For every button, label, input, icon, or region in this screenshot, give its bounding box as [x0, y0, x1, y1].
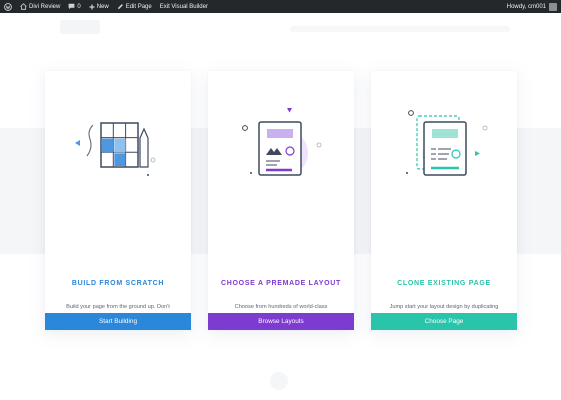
new-label: New — [96, 3, 109, 10]
home-icon — [20, 3, 27, 10]
choose-premade-layout-card: CHOOSE A PREMADE LAYOUT Choose from hund… — [208, 71, 354, 330]
clone-document-icon — [406, 110, 488, 176]
faded-add-button — [270, 372, 288, 390]
card-title: CLONE EXISTING PAGE — [397, 280, 491, 287]
card-title: CHOOSE A PREMADE LAYOUT — [221, 280, 341, 287]
exit-visual-builder-label: Exit Visual Builder — [159, 3, 208, 10]
grid-blueprint-icon — [75, 122, 156, 176]
choose-page-button[interactable]: Choose Page — [371, 313, 517, 330]
user-account-menu[interactable]: Howdy, cm001 — [503, 0, 561, 13]
browse-layouts-button[interactable]: Browse Layouts — [208, 313, 354, 330]
plus-icon — [89, 4, 95, 9]
wordpress-logo-icon[interactable] — [0, 0, 16, 13]
clone-existing-page-card: CLONE EXISTING PAGE Jump start your layo… — [371, 71, 517, 330]
howdy-label: Howdy, cm001 — [506, 3, 546, 10]
admin-bar: Divi Review 0 New Edit Page Exit Visual … — [0, 0, 561, 13]
comments-link[interactable]: 0 — [64, 0, 84, 13]
site-name-label: Divi Review — [29, 3, 61, 10]
layout-document-icon — [242, 108, 322, 176]
build-from-scratch-card: BUILD FROM SCRATCH Build your page from … — [45, 71, 191, 330]
comment-icon — [68, 3, 75, 10]
start-building-button[interactable]: Start Building — [45, 313, 191, 330]
faded-navigation — [290, 26, 510, 32]
exit-visual-builder-link[interactable]: Exit Visual Builder — [156, 0, 212, 13]
comments-count: 0 — [77, 3, 81, 10]
new-content-link[interactable]: New — [85, 0, 113, 13]
avatar — [549, 2, 557, 11]
pencil-icon — [117, 4, 123, 9]
faded-logo — [60, 20, 100, 34]
edit-page-label: Edit Page — [125, 3, 152, 10]
edit-page-link[interactable]: Edit Page — [113, 0, 156, 13]
card-title: BUILD FROM SCRATCH — [71, 280, 165, 287]
site-name-link[interactable]: Divi Review — [16, 0, 64, 13]
